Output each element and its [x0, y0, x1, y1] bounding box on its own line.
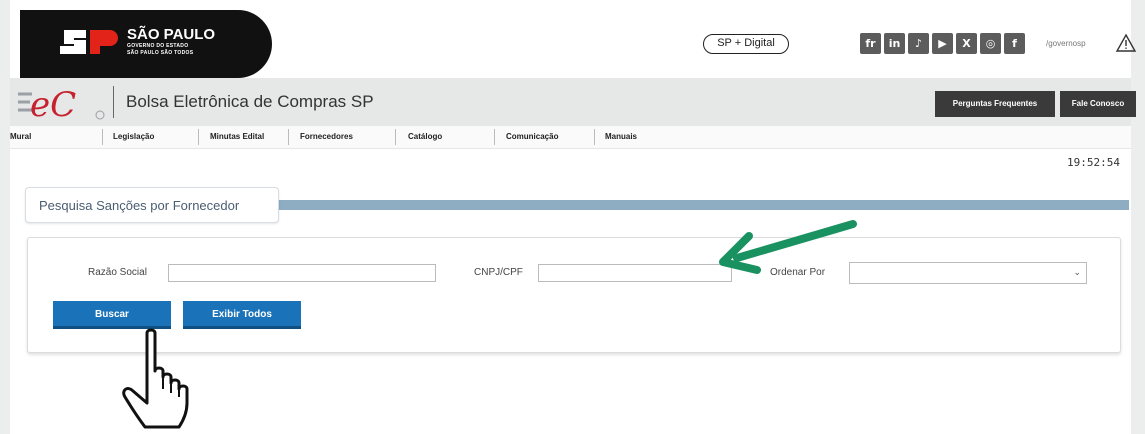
gov-title: SÃO PAULO [127, 26, 216, 43]
flickr-icon[interactable]: fr [860, 33, 881, 54]
bec-logo[interactable]: eC [16, 82, 110, 124]
sp-logo-icon [60, 30, 118, 54]
menu-separator [395, 129, 396, 145]
tiktok-icon[interactable]: ♪ [908, 33, 929, 54]
section-title-bar [278, 200, 1129, 210]
left-margin [0, 0, 10, 434]
gov-top-bar: SÃO PAULO GOVERNO DO ESTADO SÃO PAULO SÃ… [10, 0, 1137, 78]
contact-button[interactable]: Fale Conosco [1060, 91, 1136, 117]
sao-paulo-logo[interactable]: SÃO PAULO GOVERNO DO ESTADO SÃO PAULO SÃ… [20, 10, 272, 78]
ordenar-por-select[interactable]: ⌄ [849, 262, 1087, 284]
main-menu: Mural Legislação Minutas Edital Forneced… [10, 126, 1131, 149]
linkedin-icon[interactable]: in [884, 33, 905, 54]
hand-pointer-icon [122, 328, 189, 429]
header-divider [113, 86, 114, 118]
menu-separator [594, 129, 595, 145]
x-icon[interactable]: X [956, 33, 977, 54]
sp-digital-button[interactable]: SP + Digital [703, 34, 789, 54]
instagram-icon[interactable]: ◎ [980, 33, 1001, 54]
green-arrow-icon [719, 220, 857, 274]
menu-separator [288, 129, 289, 145]
gov-slogan: SÃO PAULO SÃO TODOS [127, 50, 194, 56]
social-handle: /governosp [1046, 39, 1086, 48]
menu-item-manuais[interactable]: Manuais [605, 132, 637, 141]
menu-item-catalogo[interactable]: Catálogo [408, 132, 442, 141]
site-title: Bolsa Eletrônica de Compras SP [126, 92, 374, 111]
menu-item-legislacao[interactable]: Legislação [113, 132, 154, 141]
razao-social-label: Razão Social [88, 267, 147, 278]
chevron-down-icon: ⌄ [1073, 267, 1081, 277]
social-icons: fr in ♪ ▶ X ◎ f [860, 33, 1025, 55]
menu-item-mural[interactable]: Mural [10, 132, 31, 141]
menu-item-minutas-edital[interactable]: Minutas Edital [210, 132, 264, 141]
clock: 19:52:54 [1067, 156, 1120, 169]
menu-separator [102, 129, 103, 145]
section-title: Pesquisa Sanções por Fornecedor [25, 187, 279, 223]
menu-item-fornecedores[interactable]: Fornecedores [300, 132, 353, 141]
menu-separator [494, 129, 495, 145]
bec-header: eC Bolsa Eletrônica de Compras SP Pergun… [10, 78, 1136, 126]
exibir-todos-button[interactable]: Exibir Todos [183, 301, 301, 329]
warning-icon[interactable] [1115, 33, 1137, 53]
right-margin [1131, 0, 1145, 434]
bec-logo-text: eC [30, 85, 76, 124]
buscar-button[interactable]: Buscar [53, 301, 171, 329]
page: SÃO PAULO GOVERNO DO ESTADO SÃO PAULO SÃ… [0, 0, 1145, 434]
cnpj-cpf-input[interactable] [538, 264, 732, 282]
facebook-icon[interactable]: f [1004, 33, 1025, 54]
menu-separator [198, 129, 199, 145]
razao-social-input[interactable] [168, 264, 436, 282]
youtube-icon[interactable]: ▶ [932, 33, 953, 54]
faq-button[interactable]: Perguntas Frequentes [935, 91, 1055, 117]
cnpj-cpf-label: CNPJ/CPF [474, 267, 523, 278]
menu-item-comunicacao[interactable]: Comunicação [506, 132, 558, 141]
gov-subtitle: GOVERNO DO ESTADO [127, 43, 189, 49]
